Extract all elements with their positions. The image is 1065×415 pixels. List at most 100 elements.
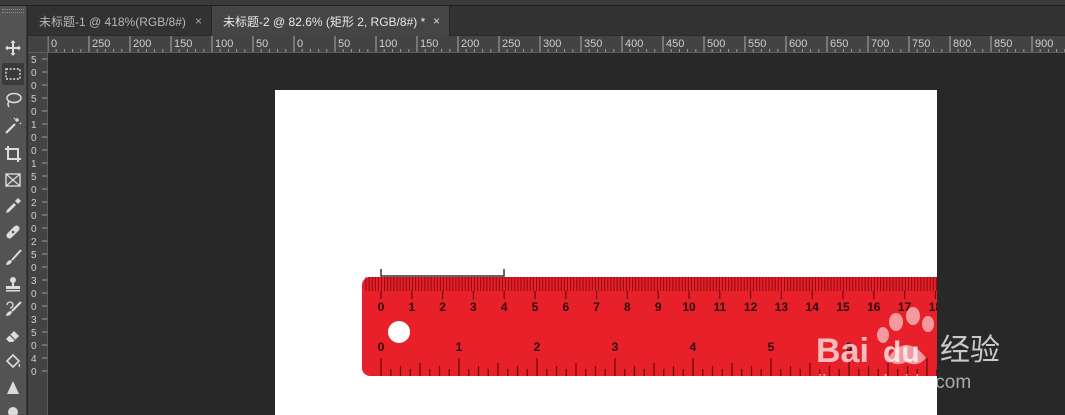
tab-document-1[interactable]: 未标题-1 @ 418%(RGB/8#) × <box>28 6 212 36</box>
watermark-text: 经验 <box>940 333 1000 368</box>
ruler-label: 100 <box>215 38 233 50</box>
ruler-label: 0 <box>31 341 37 352</box>
tab-document-2[interactable]: 未标题-2 @ 82.6% (矩形 2, RGB/8#) * × <box>212 6 450 36</box>
ruler-label: 200 <box>133 38 151 50</box>
ruler-label: 0 <box>31 367 37 378</box>
healing-brush-icon <box>6 225 20 239</box>
ruler-label: 650 <box>830 38 848 50</box>
photoshop-window: 未标题-1 @ 418%(RGB/8#) × 未标题-2 @ 82.6% (矩形… <box>0 0 1065 415</box>
ruler-label: 400 <box>625 38 643 50</box>
ruler-label: 850 <box>994 38 1012 50</box>
ruler-cm-label: 5 <box>532 300 539 314</box>
ruler-label: 0 <box>31 133 37 144</box>
eraser-icon <box>6 331 19 342</box>
ruler-cm-label: 1 <box>408 300 415 314</box>
ruler-cm-label: 11 <box>713 300 726 314</box>
ruler-label: 0 <box>51 38 57 50</box>
magic-wand-icon <box>5 117 22 134</box>
ruler-label: 1 <box>31 159 37 170</box>
dodge-tool[interactable] <box>2 402 24 415</box>
baidu-watermark: Bai du 经验 jingyan.baidu.com <box>816 307 1000 393</box>
ruler-label: 0 <box>31 302 37 313</box>
ruler-cm-label: 8 <box>624 300 631 314</box>
ruler-label: 0 <box>31 146 37 157</box>
ruler-inch-label: 2 <box>534 340 541 354</box>
ruler-cm-label: 4 <box>501 300 508 314</box>
paint-bucket-icon <box>5 353 21 369</box>
ruler-origin[interactable] <box>28 36 48 53</box>
lasso-tool[interactable] <box>2 89 24 111</box>
eyedropper-tool[interactable] <box>2 195 24 217</box>
tab-label: 未标题-2 @ 82.6% (矩形 2, RGB/8#) * <box>223 14 426 29</box>
ruler-label: 550 <box>748 38 766 50</box>
panel-grip[interactable] <box>2 9 24 13</box>
move-tool[interactable] <box>2 37 24 59</box>
tools-panel <box>0 6 27 415</box>
close-icon[interactable]: × <box>195 14 202 28</box>
marquee-icon <box>5 68 21 80</box>
ruler-label: 0 <box>31 185 37 196</box>
ruler-label: 500 <box>707 38 725 50</box>
ruler-label: 800 <box>953 38 971 50</box>
ruler-label: 0 <box>31 211 37 222</box>
ruler-label: 150 <box>420 38 438 50</box>
ruler-cm-label: 12 <box>744 300 758 314</box>
paint-bucket-tool[interactable] <box>2 351 24 373</box>
magic-wand-tool[interactable] <box>2 115 24 137</box>
ruler-label: 0 <box>31 289 37 300</box>
history-brush-icon <box>6 301 22 316</box>
ruler-cm-label: 9 <box>655 300 662 314</box>
brush-tool[interactable] <box>2 247 24 269</box>
ruler-cm-label: 6 <box>562 300 569 314</box>
watermark-url: jingyan.baidu.com <box>817 372 971 393</box>
document-tab-bar: 未标题-1 @ 418%(RGB/8#) × 未标题-2 @ 82.6% (矩形… <box>28 6 1065 36</box>
tab-label: 未标题-1 @ 418%(RGB/8#) <box>39 14 186 29</box>
marquee-tool[interactable] <box>2 63 24 85</box>
horizontal-ruler-scale: 0 250 200 150 100 50 0 50 100 150 200 250 300 350 400 4… <box>48 36 1065 52</box>
ruler-label: 250 <box>92 38 110 50</box>
ruler-label: 0 <box>31 107 37 118</box>
vertical-ruler[interactable]: 5 0 0 5 0 1 0 0 1 5 0 2 0 0 2 5 0 3 0 0 3 5 0 4 0 <box>28 53 48 415</box>
close-icon[interactable]: × <box>433 14 440 28</box>
healing-brush-tool[interactable] <box>2 221 24 243</box>
horizontal-ruler[interactable]: 0 250 200 150 100 50 0 50 100 150 200 250 300 350 400 4… <box>48 36 1065 53</box>
ruler-label: 5 <box>31 55 37 66</box>
eyedropper-icon <box>6 198 21 213</box>
frame-tool[interactable] <box>2 169 24 191</box>
ruler-inch-label: 1 <box>456 340 463 354</box>
dodge-icon <box>8 407 18 415</box>
move-icon <box>5 40 21 56</box>
lasso-icon <box>6 92 22 108</box>
history-brush-tool[interactable] <box>2 299 24 321</box>
ruler-inch-label: 3 <box>612 340 619 354</box>
clone-stamp-tool[interactable] <box>2 273 24 295</box>
ruler-label: 5 <box>31 94 37 105</box>
ruler-label: 900 <box>1035 38 1053 50</box>
ruler-label: 300 <box>543 38 561 50</box>
ruler-inch-label: 0 <box>378 340 385 354</box>
frame-icon <box>5 173 21 187</box>
ruler-label: 100 <box>379 38 397 50</box>
watermark-brand: Bai <box>816 332 869 370</box>
ruler-label: 4 <box>31 354 37 365</box>
blur-icon <box>7 381 19 394</box>
selection-bracket <box>380 269 505 277</box>
ruler-label: 50 <box>338 38 350 50</box>
ruler-label: 600 <box>789 38 807 50</box>
clone-stamp-icon <box>6 277 20 292</box>
watermark-du: du <box>883 336 920 369</box>
ruler-label: 1 <box>31 120 37 131</box>
ruler-label: 2 <box>31 198 37 209</box>
ruler-label: 0 <box>297 38 303 50</box>
blur-tool[interactable] <box>2 377 24 399</box>
ruler-cm-label: 10 <box>682 300 696 314</box>
eraser-tool[interactable] <box>2 325 24 347</box>
ruler-label: 5 <box>31 328 37 339</box>
ruler-hole <box>388 321 410 343</box>
ruler-label: 0 <box>31 81 37 92</box>
crop-tool[interactable] <box>2 143 24 165</box>
ruler-label: 0 <box>31 68 37 79</box>
ruler-label: 5 <box>31 172 37 183</box>
ruler-cm-label: 3 <box>470 300 477 314</box>
vertical-ruler-scale: 5 0 0 5 0 1 0 0 1 5 0 2 0 0 2 5 0 3 0 0 3 5 0 4 0 <box>31 55 47 378</box>
